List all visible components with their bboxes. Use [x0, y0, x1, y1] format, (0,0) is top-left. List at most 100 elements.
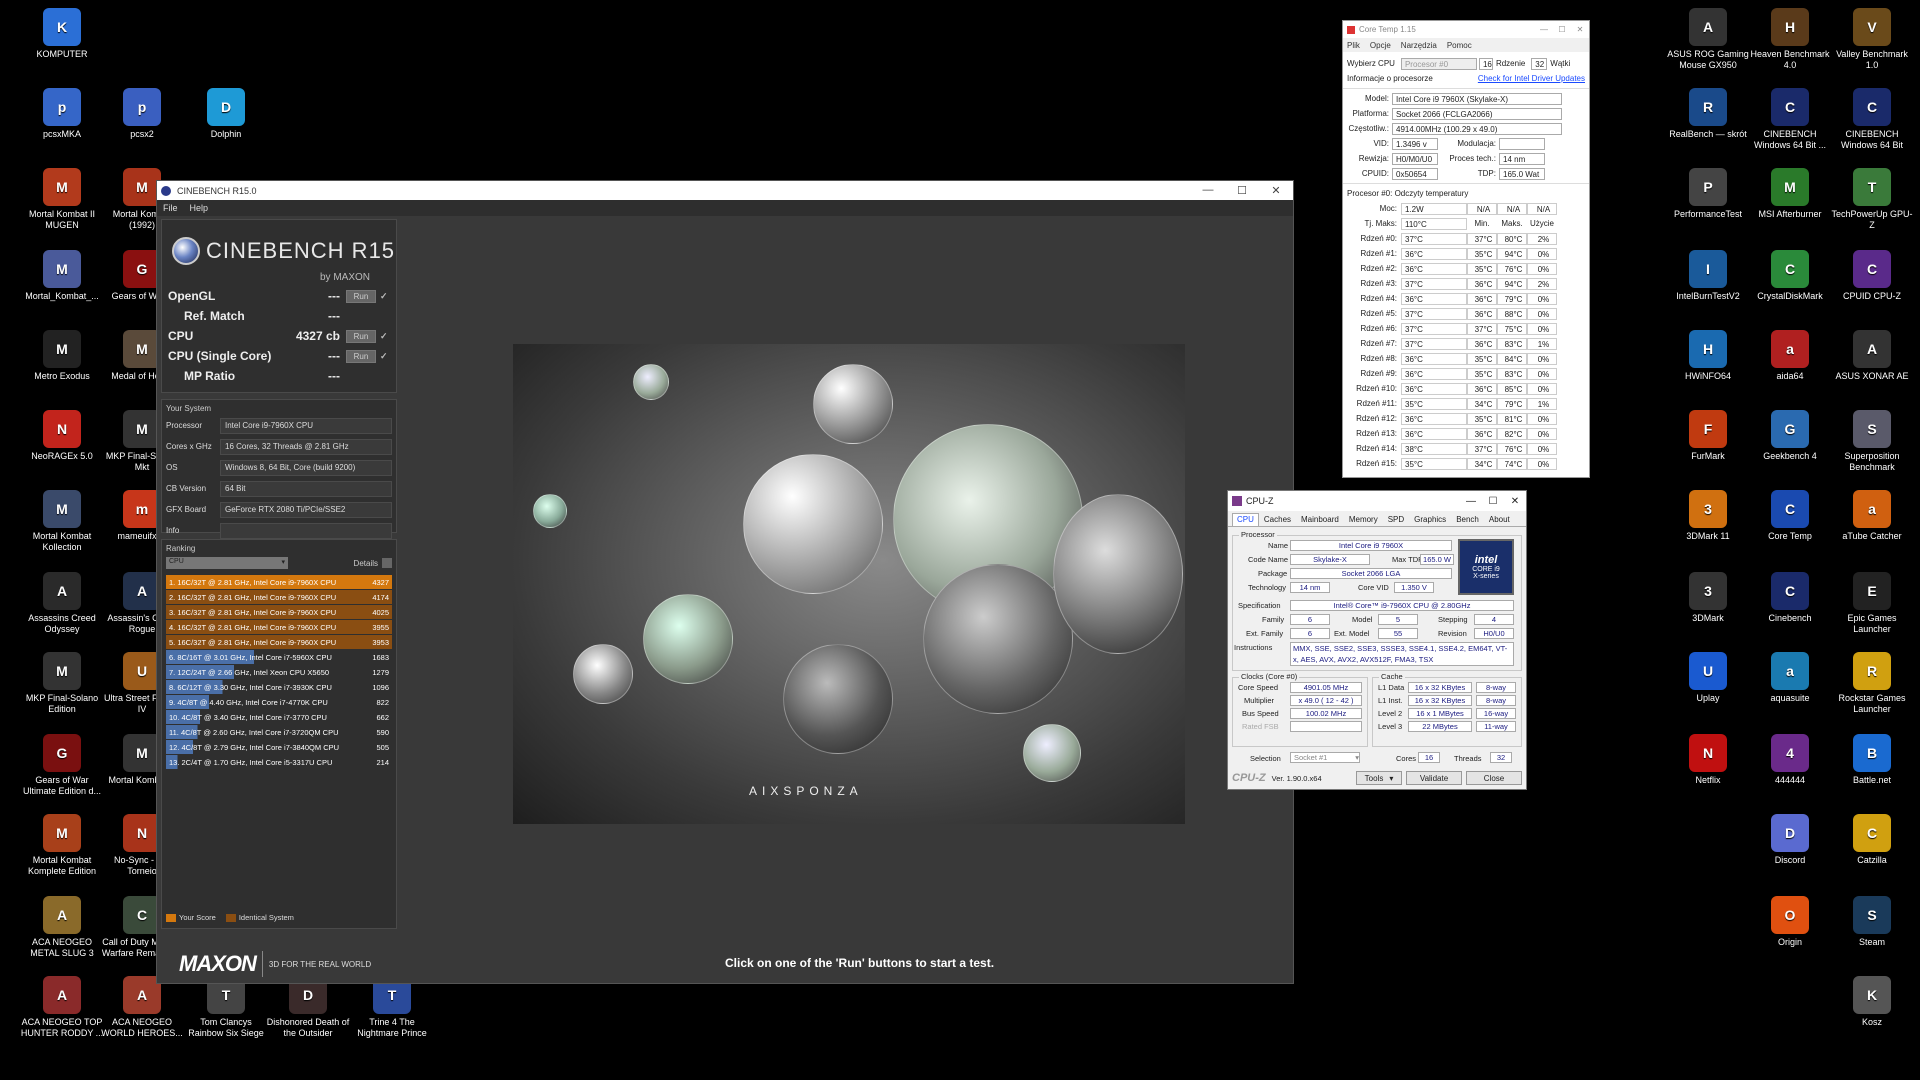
desktop-icon-msi-afterburner[interactable]: M MSI Afterburner [1748, 168, 1832, 220]
desktop-icon-steam[interactable]: S Steam [1830, 896, 1914, 948]
ranking-row[interactable]: 7. 12C/24T @ 2.66 GHz, Intel Xeon CPU X5… [166, 665, 392, 679]
desktop-icon-performancetest[interactable]: P PerformanceTest [1666, 168, 1750, 220]
desktop-icon-geekbench-4[interactable]: G Geekbench 4 [1748, 410, 1832, 462]
maximize-icon[interactable]: ☐ [1482, 496, 1504, 507]
desktop-icon-aca-neogeo-metal-slug-3[interactable]: A ACA NEOGEO METAL SLUG 3 [20, 896, 104, 959]
desktop-icon-metro-exodus[interactable]: M Metro Exodus [20, 330, 104, 382]
ranking-row[interactable]: 1. 16C/32T @ 2.81 GHz, Intel Core i9-796… [166, 575, 392, 589]
minimize-icon[interactable]: — [1535, 25, 1553, 34]
check-icon[interactable]: ✓ [380, 331, 390, 342]
selection-dropdown[interactable]: Socket #1 ▾ [1290, 752, 1360, 763]
ranking-row[interactable]: 12. 4C/8T @ 2.79 GHz, Intel Core i7-3840… [166, 740, 392, 754]
ranking-row[interactable]: 8. 6C/12T @ 3.30 GHz, Intel Core i7-3930… [166, 680, 392, 694]
desktop-icon-rockstar-games-launcher[interactable]: R Rockstar Games Launcher [1830, 652, 1914, 715]
close-icon[interactable]: ✕ [1571, 25, 1589, 34]
desktop-icon-core-temp[interactable]: C Core Temp [1748, 490, 1832, 542]
desktop-icon-gears-of-war-ultimate-edition-d[interactable]: G Gears of War Ultimate Edition d... [20, 734, 104, 797]
coretemp-titlebar[interactable]: Core Temp 1.15 — ☐ ✕ [1343, 21, 1589, 38]
desktop-icon-mkp-final-solano-edition[interactable]: M MKP Final-Solano Edition [20, 652, 104, 715]
select-cpu-dropdown[interactable]: Procesor #0 [1400, 57, 1477, 70]
maximize-icon[interactable]: ☐ [1225, 184, 1259, 197]
desktop-icon-asus-xonar-ae[interactable]: A ASUS XONAR AE [1830, 330, 1914, 382]
desktop-icon-heaven-benchmark-4-0[interactable]: H Heaven Benchmark 4.0 [1748, 8, 1832, 71]
tab-cpu[interactable]: CPU [1232, 513, 1259, 526]
driver-update-link[interactable]: Check for Intel Driver Updates [1478, 74, 1585, 83]
menu-narzedzia[interactable]: Narzędzia [1401, 41, 1437, 50]
desktop-icon-netflix[interactable]: N Netflix [1666, 734, 1750, 786]
menu-help[interactable]: Help [184, 203, 215, 213]
ranking-row[interactable]: 9. 4C/8T @ 4.40 GHz, Intel Core i7-4770K… [166, 695, 392, 709]
ranking-row[interactable]: 5. 16C/32T @ 2.81 GHz, Intel Core i9-796… [166, 635, 392, 649]
desktop-icon-atube-catcher[interactable]: a aTube Catcher [1830, 490, 1914, 542]
close-icon[interactable]: ✕ [1259, 184, 1293, 197]
desktop-icon-crystaldiskmark[interactable]: C CrystalDiskMark [1748, 250, 1832, 302]
tab-mainboard[interactable]: Mainboard [1296, 513, 1344, 526]
menu-file[interactable]: File [157, 203, 184, 213]
maximize-icon[interactable]: ☐ [1553, 25, 1571, 34]
close-icon[interactable]: ✕ [1504, 496, 1526, 507]
tab-memory[interactable]: Memory [1344, 513, 1383, 526]
desktop-icon-hwinfo64[interactable]: H HWiNFO64 [1666, 330, 1750, 382]
desktop-icon-neoragex-5-0[interactable]: N NeoRAGEx 5.0 [20, 410, 104, 462]
desktop-icon-3dmark-11[interactable]: 3 3DMark 11 [1666, 490, 1750, 542]
desktop-icon-aida64[interactable]: a aida64 [1748, 330, 1832, 382]
desktop-icon-catzilla[interactable]: C Catzilla [1830, 814, 1914, 866]
ranking-row[interactable]: 4. 16C/32T @ 2.81 GHz, Intel Core i9-796… [166, 620, 392, 634]
ranking-row[interactable]: 6. 8C/16T @ 3.01 GHz, Intel Core i7-5960… [166, 650, 392, 664]
desktop-icon-techpowerup-gpu-z[interactable]: T TechPowerUp GPU-Z [1830, 168, 1914, 231]
menu-pomoc[interactable]: Pomoc [1447, 41, 1472, 50]
tab-graphics[interactable]: Graphics [1409, 513, 1451, 526]
tab-about[interactable]: About [1484, 513, 1515, 526]
desktop-icon-mortal-kombat-komplete-edition[interactable]: M Mortal Kombat Komplete Edition [20, 814, 104, 877]
desktop-icon-pcsx2[interactable]: p pcsx2 [100, 88, 184, 140]
check-icon[interactable]: ✓ [380, 351, 390, 362]
desktop-icon-aca-neogeo-world-heroes[interactable]: A ACA NEOGEO WORLD HEROES... [100, 976, 184, 1039]
desktop-icon-valley-benchmark-1-0[interactable]: V Valley Benchmark 1.0 [1830, 8, 1914, 71]
desktop-icon-komputer[interactable]: K KOMPUTER [20, 8, 104, 60]
desktop-icon-uplay[interactable]: U Uplay [1666, 652, 1750, 704]
tab-spd[interactable]: SPD [1383, 513, 1409, 526]
desktop-icon-aca-neogeo-top-hunter-roddy[interactable]: A ACA NEOGEO TOP HUNTER RODDY ... [20, 976, 104, 1039]
run-button[interactable]: Run [346, 289, 376, 303]
desktop-icon-aquasuite[interactable]: a aquasuite [1748, 652, 1832, 704]
desktop-icon-cinebench[interactable]: C Cinebench [1748, 572, 1832, 624]
ranking-row[interactable]: 11. 4C/8T @ 2.60 GHz, Intel Core i7-3720… [166, 725, 392, 739]
desktop-icon-cpuid-cpu-z[interactable]: C CPUID CPU-Z [1830, 250, 1914, 302]
close-button[interactable]: Close [1466, 771, 1522, 785]
details-toggle[interactable] [382, 558, 392, 568]
desktop-icon-444444[interactable]: 4 444444 [1748, 734, 1832, 786]
desktop-icon-dishonored-death-of-the-outsider[interactable]: D Dishonored Death of the Outsider [266, 976, 350, 1039]
desktop-icon-mortal-kombat-kollection[interactable]: M Mortal Kombat Kollection [20, 490, 104, 553]
desktop-icon-superposition-benchmark[interactable]: S Superposition Benchmark [1830, 410, 1914, 473]
desktop-icon-asus-rog-gaming-mouse-gx950[interactable]: A ASUS ROG Gaming Mouse GX950 [1666, 8, 1750, 71]
desktop-icon-dolphin[interactable]: D Dolphin [184, 88, 268, 140]
desktop-icon-mortal-kombat-ii-mugen[interactable]: M Mortal Kombat II MUGEN [20, 168, 104, 231]
check-icon[interactable]: ✓ [380, 291, 390, 302]
menu-opcje[interactable]: Opcje [1370, 41, 1391, 50]
ranking-select[interactable]: CPU ▾ [166, 557, 288, 569]
ranking-row[interactable]: 10. 4C/8T @ 3.40 GHz, Intel Core i7-3770… [166, 710, 392, 724]
desktop-icon-intelburntestv2[interactable]: I IntelBurnTestV2 [1666, 250, 1750, 302]
desktop-icon-epic-games-launcher[interactable]: E Epic Games Launcher [1830, 572, 1914, 635]
desktop-icon-realbench-skr-t[interactable]: R RealBench — skrót [1666, 88, 1750, 140]
tab-bench[interactable]: Bench [1451, 513, 1484, 526]
desktop-icon-3dmark[interactable]: 3 3DMark [1666, 572, 1750, 624]
desktop-icon-furmark[interactable]: F FurMark [1666, 410, 1750, 462]
desktop-icon-pcsxmka[interactable]: p pcsxMKA [20, 88, 104, 140]
cinebench-titlebar[interactable]: CINEBENCH R15.0 — ☐ ✕ [157, 181, 1293, 200]
cpuz-titlebar[interactable]: CPU-Z — ☐ ✕ [1228, 491, 1526, 511]
desktop-icon-origin[interactable]: O Origin [1748, 896, 1832, 948]
minimize-icon[interactable]: — [1460, 496, 1482, 507]
desktop-icon-cinebench-windows-64-bit[interactable]: C CINEBENCH Windows 64 Bit ... [1748, 88, 1832, 151]
desktop-icon-battle-net[interactable]: B Battle.net [1830, 734, 1914, 786]
ranking-row[interactable]: 13. 2C/4T @ 1.70 GHz, Intel Core i5-3317… [166, 755, 392, 769]
desktop-icon-mortal-kombat[interactable]: M Mortal_Kombat_... [20, 250, 104, 302]
desktop-icon-discord[interactable]: D Discord [1748, 814, 1832, 866]
desktop-icon-cinebench-windows-64-bit[interactable]: C CINEBENCH Windows 64 Bit [1830, 88, 1914, 151]
menu-plik[interactable]: Plik [1347, 41, 1360, 50]
run-button[interactable]: Run [346, 349, 376, 363]
tools-button[interactable]: Tools ▾ [1356, 771, 1402, 785]
minimize-icon[interactable]: — [1191, 184, 1225, 197]
desktop-icon-kosz[interactable]: K Kosz [1830, 976, 1914, 1028]
desktop-icon-assassins-creed-odyssey[interactable]: A Assassins Creed Odyssey [20, 572, 104, 635]
